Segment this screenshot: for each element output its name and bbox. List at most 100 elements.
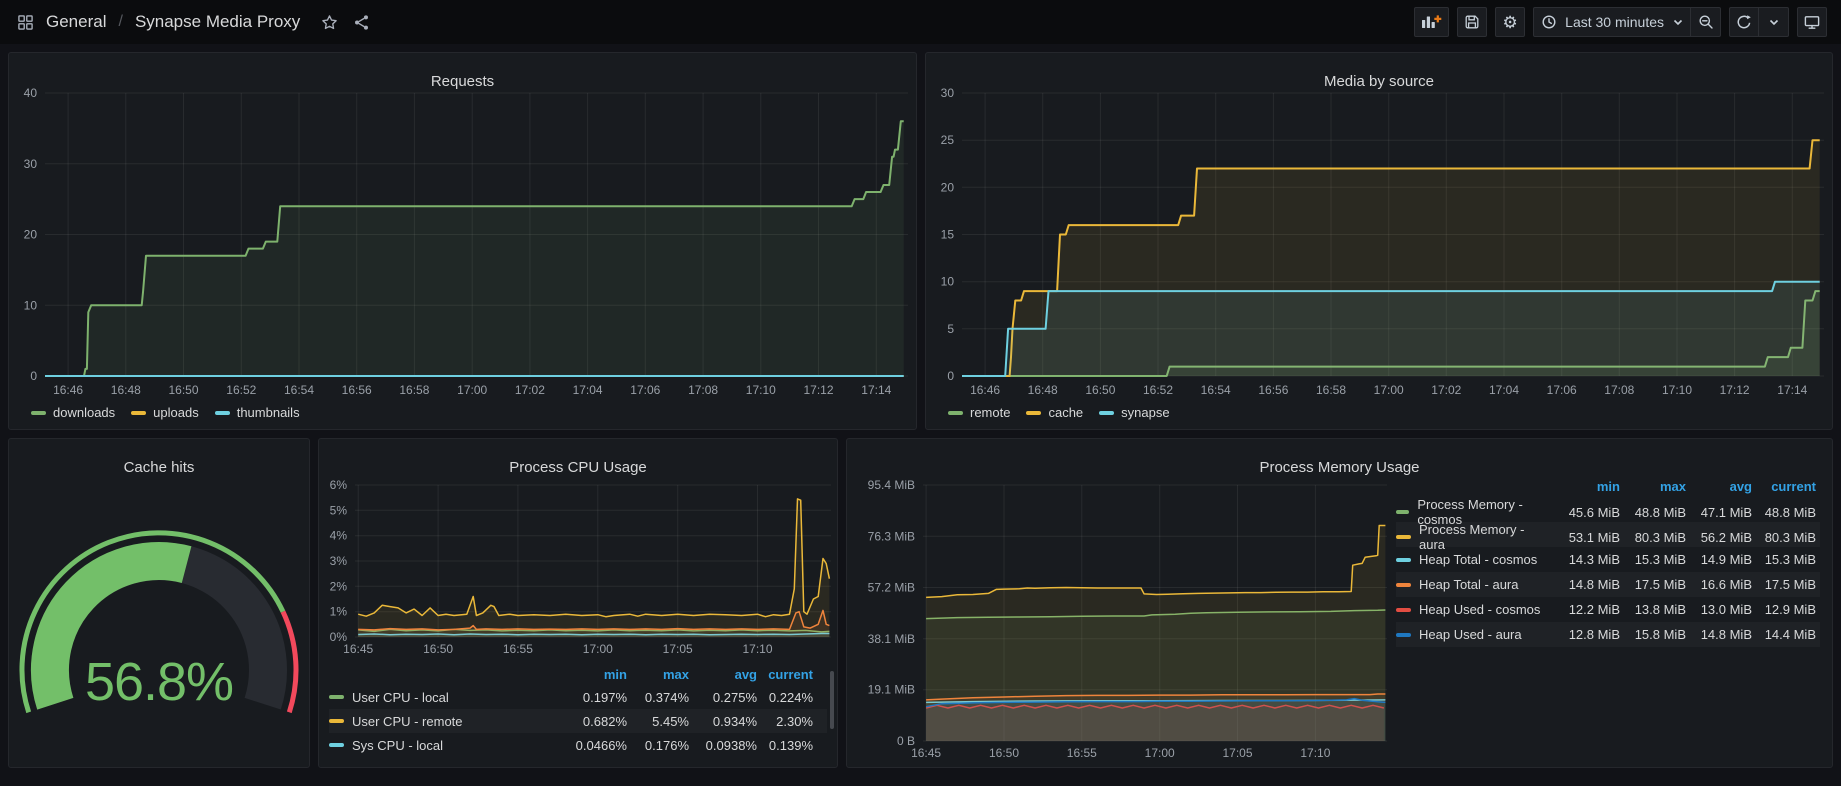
panel-title-media[interactable]: Media by source bbox=[926, 73, 1832, 90]
tv-mode-button[interactable] bbox=[1797, 7, 1827, 37]
series-name: Heap Used - aura bbox=[1419, 627, 1522, 642]
svg-text:16:54: 16:54 bbox=[1201, 383, 1231, 397]
series-stat-value: 16.6 MiB bbox=[1686, 577, 1752, 592]
legend-table-row[interactable]: Heap Used - cosmos12.2 MiB13.8 MiB13.0 M… bbox=[1396, 597, 1820, 622]
series-color-marker bbox=[329, 719, 344, 723]
series-stat-value: 2.30% bbox=[757, 714, 813, 729]
series-stat-value: 14.9 MiB bbox=[1686, 552, 1752, 567]
series-stat-value: 0.139% bbox=[757, 738, 813, 753]
series-color-marker bbox=[31, 411, 46, 415]
svg-text:30: 30 bbox=[24, 157, 38, 171]
requests-chart[interactable]: 01020304016:4616:4816:5016:5216:5416:561… bbox=[9, 53, 916, 401]
svg-text:17:10: 17:10 bbox=[746, 383, 776, 397]
series-name: User CPU - local bbox=[352, 690, 449, 705]
legend-table-row[interactable]: Process Memory - aura53.1 MiB80.3 MiB56.… bbox=[1396, 522, 1820, 547]
breadcrumb-separator: / bbox=[118, 13, 122, 31]
legend-table-row[interactable]: Process Memory - cosmos45.6 MiB48.8 MiB4… bbox=[1396, 497, 1820, 522]
series-name: Heap Used - cosmos bbox=[1419, 602, 1540, 617]
legend-table-header-current[interactable]: current bbox=[1752, 479, 1816, 494]
svg-text:16:58: 16:58 bbox=[1316, 383, 1346, 397]
cache-hits-gauge bbox=[9, 439, 309, 767]
svg-text:16:55: 16:55 bbox=[1067, 746, 1097, 760]
panel-title-cache-hits[interactable]: Cache hits bbox=[9, 459, 309, 476]
series-stat-value: 0.176% bbox=[627, 738, 689, 753]
panel-title-cpu[interactable]: Process CPU Usage bbox=[319, 459, 837, 476]
share-icon[interactable] bbox=[350, 11, 372, 33]
y-axis-labels: 051015202530 bbox=[941, 86, 955, 383]
series-stat-value: 12.8 MiB bbox=[1554, 627, 1620, 642]
svg-text:17:05: 17:05 bbox=[1222, 746, 1252, 760]
svg-text:17:14: 17:14 bbox=[861, 383, 891, 397]
legend-scrollbar[interactable] bbox=[830, 671, 834, 729]
breadcrumb-section[interactable]: General bbox=[46, 12, 106, 32]
legend-table-header-avg[interactable]: avg bbox=[1686, 479, 1752, 494]
svg-text:10: 10 bbox=[941, 275, 955, 289]
time-range-picker[interactable]: Last 30 minutes bbox=[1533, 7, 1691, 37]
legend-label: downloads bbox=[53, 405, 115, 420]
svg-text:17:05: 17:05 bbox=[663, 642, 693, 656]
series-stat-value: 53.1 MiB bbox=[1554, 530, 1620, 545]
refresh-group bbox=[1729, 7, 1789, 37]
x-axis-labels: 16:4616:4816:5016:5216:5416:5616:5817:00… bbox=[53, 383, 892, 397]
svg-text:6%: 6% bbox=[330, 478, 348, 492]
svg-text:17:10: 17:10 bbox=[742, 642, 772, 656]
svg-text:17:00: 17:00 bbox=[583, 642, 613, 656]
series-color-marker bbox=[1396, 510, 1409, 514]
legend-item-thumbnails[interactable]: thumbnails bbox=[215, 405, 300, 420]
panel-title-requests[interactable]: Requests bbox=[9, 73, 916, 90]
panel-title-memory[interactable]: Process Memory Usage bbox=[847, 459, 1832, 476]
legend-table-row[interactable]: Heap Used - aura12.8 MiB15.8 MiB14.8 MiB… bbox=[1396, 622, 1820, 647]
y-axis-labels: 0 B19.1 MiB38.1 MiB57.2 MiB76.3 MiB95.4 … bbox=[868, 478, 915, 748]
refresh-interval-dropdown[interactable] bbox=[1759, 7, 1789, 37]
grafana-dashboard: { "colors": { "green": "#7EB26D", "yello… bbox=[0, 0, 1841, 786]
svg-text:16:56: 16:56 bbox=[342, 383, 372, 397]
legend-label: remote bbox=[970, 405, 1010, 420]
series-color-marker bbox=[1099, 411, 1114, 415]
legend-table-header-max[interactable]: max bbox=[627, 667, 689, 682]
legend-item-remote[interactable]: remote bbox=[948, 405, 1010, 420]
add-panel-button[interactable] bbox=[1414, 7, 1449, 37]
legend-item-synapse[interactable]: synapse bbox=[1099, 405, 1169, 420]
media-by-source-chart[interactable]: 05101520253016:4616:4816:5016:5216:5416:… bbox=[926, 53, 1832, 401]
star-icon[interactable] bbox=[318, 11, 340, 33]
legend-item-cache[interactable]: cache bbox=[1026, 405, 1083, 420]
legend-item-uploads[interactable]: uploads bbox=[131, 405, 199, 420]
settings-gear-button[interactable]: ⚙ bbox=[1495, 7, 1525, 37]
series-stat-value: 12.2 MiB bbox=[1554, 602, 1620, 617]
svg-text:16:55: 16:55 bbox=[503, 642, 533, 656]
legend-table-header-min[interactable]: min bbox=[1554, 479, 1620, 494]
memory-chart[interactable]: 0 B19.1 MiB38.1 MiB57.2 MiB76.3 MiB95.4 … bbox=[847, 439, 1395, 765]
series-name: Sys CPU - local bbox=[352, 738, 443, 753]
series-stat-value: 0.0466% bbox=[565, 738, 627, 753]
legend-table-header-avg[interactable]: avg bbox=[689, 667, 757, 682]
series-stat-value: 15.3 MiB bbox=[1620, 552, 1686, 567]
legend-table-header-min[interactable]: min bbox=[565, 667, 627, 682]
svg-text:16:48: 16:48 bbox=[1028, 383, 1058, 397]
legend-table-row[interactable]: Sys CPU - local0.0466%0.176%0.0938%0.139… bbox=[329, 733, 827, 757]
svg-text:19.1 MiB: 19.1 MiB bbox=[868, 683, 915, 697]
x-axis-labels: 16:4516:5016:5517:0017:0517:10 bbox=[911, 746, 1331, 760]
legend-table-header-current[interactable]: current bbox=[757, 667, 813, 682]
svg-text:76.3 MiB: 76.3 MiB bbox=[868, 529, 915, 543]
legend-table-header-max[interactable]: max bbox=[1620, 479, 1686, 494]
refresh-button[interactable] bbox=[1729, 7, 1759, 37]
series-stat-value: 0.197% bbox=[565, 690, 627, 705]
svg-text:16:46: 16:46 bbox=[53, 383, 83, 397]
series-color-marker bbox=[329, 695, 344, 699]
series-color-marker bbox=[1396, 558, 1411, 562]
series-stat-value: 80.3 MiB bbox=[1620, 530, 1686, 545]
dashboard-title[interactable]: Synapse Media Proxy bbox=[135, 12, 300, 32]
svg-text:20: 20 bbox=[941, 180, 955, 194]
svg-text:16:54: 16:54 bbox=[284, 383, 314, 397]
legend-item-downloads[interactable]: downloads bbox=[31, 405, 115, 420]
series-color-marker bbox=[1396, 535, 1411, 539]
series-stat-value: 13.0 MiB bbox=[1686, 602, 1752, 617]
legend-table-row[interactable]: User CPU - remote0.682%5.45%0.934%2.30% bbox=[329, 709, 827, 733]
panel-process-memory: Process Memory Usage 0 B19.1 MiB38.1 MiB… bbox=[846, 438, 1833, 768]
apps-grid-icon[interactable] bbox=[14, 11, 36, 33]
zoom-out-button[interactable] bbox=[1691, 7, 1721, 37]
legend-table-row[interactable]: Heap Total - aura14.8 MiB17.5 MiB16.6 Mi… bbox=[1396, 572, 1820, 597]
legend-table-row[interactable]: User CPU - local0.197%0.374%0.275%0.224% bbox=[329, 685, 827, 709]
save-dashboard-button[interactable] bbox=[1457, 7, 1487, 37]
series-stat-value: 14.4 MiB bbox=[1752, 627, 1816, 642]
